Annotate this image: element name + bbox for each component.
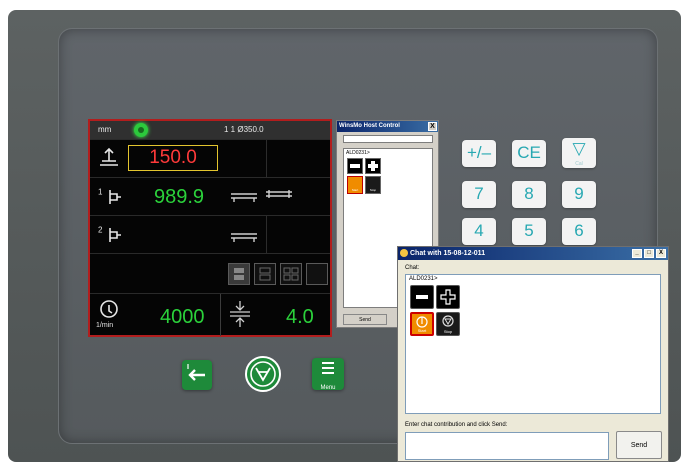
layout-split-tile[interactable] (254, 263, 276, 285)
menu-label: Menu (320, 385, 336, 391)
axis-index: 2 (98, 225, 103, 235)
stop-label: Stop (443, 329, 453, 334)
key-4[interactable]: 4 (462, 218, 496, 245)
view-selector-row (90, 253, 330, 293)
minus-icon[interactable] (410, 285, 434, 309)
chat-line: ALD0231> (346, 150, 370, 156)
key-ce[interactable]: CE (512, 140, 546, 167)
start-label: Start (417, 328, 427, 333)
speed-feed-row: 1/min 4000 4.0 (90, 293, 330, 336)
cal-label: Cal (575, 161, 583, 167)
menu-icon (322, 362, 334, 374)
start-button[interactable]: Start (347, 176, 363, 194)
key-9[interactable]: 9 (562, 181, 596, 208)
chat-app-icon (400, 249, 408, 257)
maximize-icon[interactable]: □ (644, 249, 654, 258)
clamp-icon (228, 300, 252, 331)
key-plus-minus[interactable]: +/– (462, 140, 496, 167)
key-cal[interactable]: ▽ Cal (562, 138, 596, 168)
close-icon[interactable]: X (656, 249, 666, 258)
y-axis-value[interactable]: 150.0 (128, 145, 218, 171)
height-axis-icon (98, 146, 120, 173)
stop-x2-icon: 2 (98, 224, 123, 244)
workpiece-icon (230, 230, 258, 246)
axis-row-y[interactable]: 150.0 (90, 139, 330, 178)
workpiece-icon (230, 190, 258, 206)
back-button[interactable] (182, 360, 212, 390)
x1-axis-value[interactable]: 989.9 (154, 186, 204, 209)
close-icon[interactable]: X (428, 122, 437, 131)
speed-unit: 1/min (96, 322, 114, 329)
status-bar: mm 1 1 Ø350.0 (90, 121, 330, 139)
axis-row-x1[interactable]: 1 989.9 (90, 177, 330, 215)
back-arrow-icon (187, 364, 205, 381)
send-button[interactable]: Send (616, 431, 662, 459)
layout-single-tile[interactable] (228, 263, 250, 285)
winsmo-titlebar: WinsMo Host Control X (337, 121, 438, 132)
key-8[interactable]: 8 (512, 181, 546, 208)
chat-titlebar: Chat with 15-08-12-011 _ □ X (398, 247, 668, 260)
key-7[interactable]: 7 (462, 181, 496, 208)
plus-icon[interactable] (365, 158, 381, 174)
winsmo-send-button[interactable]: Send (343, 314, 387, 325)
divider (220, 294, 221, 336)
chat-label: Chat: (405, 265, 420, 271)
feed-value[interactable]: 4.0 (286, 306, 314, 329)
minus-icon[interactable] (347, 158, 363, 174)
status-led-icon (134, 123, 148, 137)
chat-title: Chat with 15-08-12-011 (410, 250, 486, 257)
spindle-speed-value[interactable]: 4000 (160, 306, 205, 329)
divider (266, 216, 267, 254)
plus-icon[interactable] (436, 285, 460, 309)
divider (266, 140, 267, 178)
menu-button[interactable]: Menu (312, 358, 344, 391)
winsmo-title: WinsMo Host Control (339, 123, 400, 129)
layout-grid-tile[interactable] (280, 263, 302, 285)
cal-triangle-icon: ▽ (572, 139, 586, 158)
start-button[interactable]: Start (410, 312, 434, 336)
program-label: 1 1 Ø350.0 (224, 125, 264, 134)
chat-line: ALD0231> (409, 276, 438, 282)
brand-logo (245, 356, 281, 392)
stop-button[interactable]: Stop (365, 176, 381, 194)
chat-history[interactable]: ALD0231> Start Stop (405, 274, 661, 414)
layout-list-tile[interactable] (306, 263, 328, 285)
stop-x1-icon: 1 (98, 186, 123, 206)
key-5[interactable]: 5 (512, 218, 546, 245)
host-combo[interactable] (343, 135, 433, 143)
enter-label: Enter chat contribution and click Send: (405, 422, 508, 428)
cnc-display: mm 1 1 Ø350.0 150.0 1 989.9 2 1/min 4000… (88, 119, 332, 337)
chat-window: Chat with 15-08-12-011 _ □ X Chat: ALD02… (397, 246, 669, 462)
axis-row-x2[interactable]: 2 (90, 215, 330, 254)
rotation-icon (98, 298, 120, 325)
stop-button[interactable]: Stop (436, 312, 460, 336)
minimize-icon[interactable]: _ (632, 249, 642, 258)
unit-label: mm (98, 125, 112, 134)
axis-index: 1 (98, 187, 103, 197)
chat-input[interactable] (405, 432, 609, 460)
workpiece-offset-icon (265, 188, 293, 204)
key-6[interactable]: 6 (562, 218, 596, 245)
